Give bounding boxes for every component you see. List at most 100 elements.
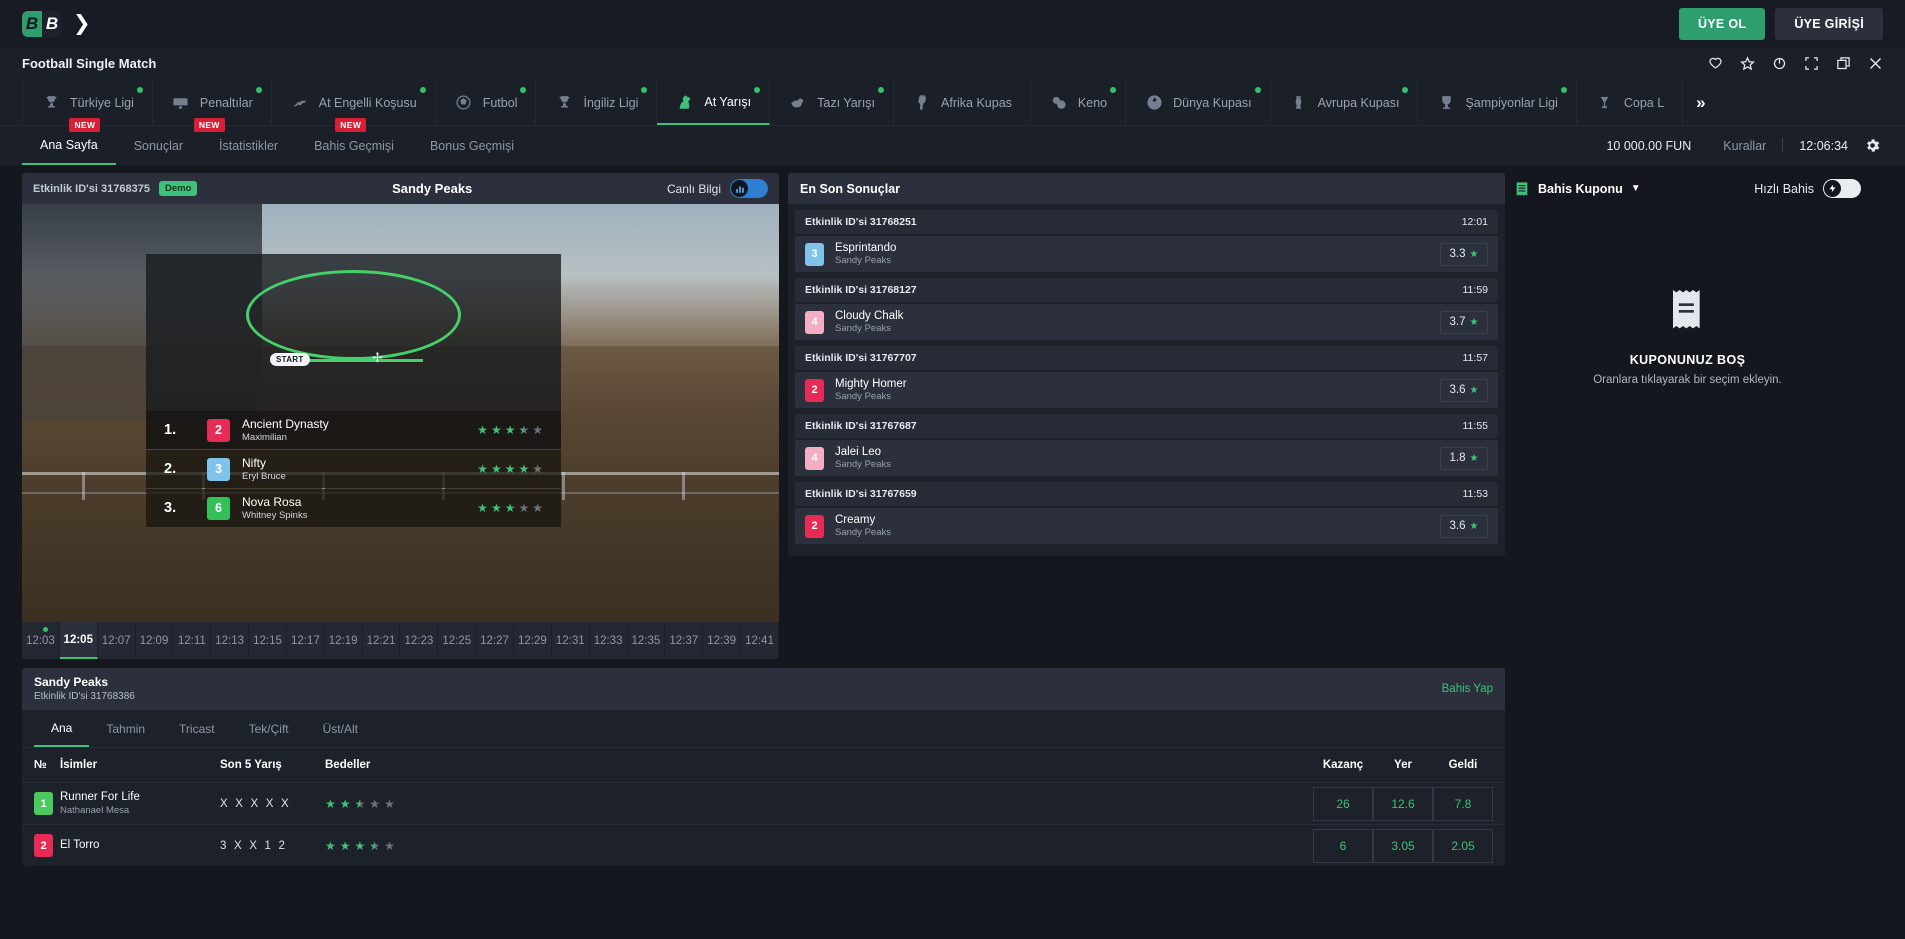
result-odds-button[interactable]: 1.8 ★: [1440, 446, 1488, 470]
result-row[interactable]: 3 Esprintando Sandy Peaks 3.3 ★: [795, 236, 1498, 272]
game-tab-d-nya-kupas[interactable]: Dünya Kupası: [1126, 80, 1271, 125]
timeline-item[interactable]: 12:03: [22, 622, 60, 659]
market-tab-tricast[interactable]: Tricast: [162, 710, 232, 747]
result-event-id: Etkinlik ID'si 31768251: [805, 216, 917, 228]
result-row[interactable]: 4 Cloudy Chalk Sandy Peaks 3.7 ★: [795, 304, 1498, 340]
refresh-icon[interactable]: [1772, 56, 1787, 71]
race-video[interactable]: START ✢ 1. 2 Ancient Dynasty Maximilian ★ ★ ★ ★…: [22, 204, 779, 622]
game-tab-avrupa-kupas[interactable]: Avrupa Kupası: [1271, 80, 1419, 125]
horse-name: Creamy: [835, 513, 876, 526]
result-group: Etkinlik ID'si 31767659 11:53 2 Creamy Sandy…: [795, 482, 1498, 544]
game-tab-copa-l[interactable]: Copa L: [1577, 80, 1684, 125]
star-icon[interactable]: [1740, 56, 1755, 71]
chevron-right-icon[interactable]: ❯: [73, 11, 91, 36]
odds-show-button[interactable]: 7.8: [1433, 786, 1493, 821]
row-number-cell: 1: [34, 792, 60, 815]
result-odds-button[interactable]: 3.6 ★: [1440, 514, 1488, 538]
quick-bet-toggle[interactable]: [1823, 179, 1861, 198]
timeline-item[interactable]: 12:09: [136, 622, 174, 659]
timeline-item[interactable]: 12:29: [514, 622, 552, 659]
game-tab-t-rkiye-ligi[interactable]: Türkiye Ligi NEW: [22, 80, 153, 132]
live-info-toggle[interactable]: [730, 179, 768, 198]
timeline-item[interactable]: 12:05: [59, 622, 98, 659]
market-table-body: 1 Runner For Life Nathanael Mesa X X X X X ★…: [22, 782, 1505, 866]
window-title: Football Single Match: [22, 56, 157, 71]
market-tab-tek-ift[interactable]: Tek/Çift: [232, 710, 306, 747]
market-tab-st-alt[interactable]: Üst/Alt: [306, 710, 375, 747]
odds-win-button[interactable]: 26: [1313, 786, 1373, 821]
game-tab-label: Penaltılar: [199, 95, 253, 110]
game-tabs-more-icon[interactable]: »: [1683, 80, 1718, 125]
rating-star: ★: [504, 423, 516, 437]
race-leaderboard: 1. 2 Ancient Dynasty Maximilian ★ ★ ★ ★ ★ 2. 3 Nift…: [146, 411, 561, 528]
sub-nav-item-bonus-ge-mi-i[interactable]: Bonus Geçmişi: [412, 126, 532, 165]
timeline-item[interactable]: 12:11: [173, 622, 212, 659]
game-tab-penalt-lar[interactable]: Penaltılar NEW: [153, 80, 272, 132]
result-row[interactable]: 4 Jalei Leo Sandy Peaks 1.8 ★: [795, 440, 1498, 476]
col-names: İsimler: [60, 759, 98, 771]
rules-link[interactable]: Kurallar: [1707, 139, 1782, 153]
sub-nav-item-ana-sayfa[interactable]: Ana Sayfa: [22, 126, 116, 165]
place-bet-link[interactable]: Bahis Yap: [1442, 683, 1493, 695]
odds-place-button[interactable]: 3.05: [1373, 828, 1433, 863]
timeline-item[interactable]: 12:19: [325, 622, 363, 659]
game-tab-futbol[interactable]: Futbol: [436, 80, 537, 125]
chevron-down-icon[interactable]: ▼: [1631, 183, 1641, 194]
market-tab-tahmin[interactable]: Tahmin: [89, 710, 162, 747]
game-tab-label: Tazı Yarışı: [817, 95, 876, 110]
timeline-time: 12:15: [253, 634, 282, 647]
window-icon[interactable]: [1836, 56, 1851, 71]
timeline-item[interactable]: 12:21: [363, 622, 401, 659]
timeline-item[interactable]: 12:35: [628, 622, 666, 659]
result-row[interactable]: 2 Mighty Homer Sandy Peaks 3.6 ★: [795, 372, 1498, 408]
timeline-time: 12:13: [215, 634, 245, 647]
timeline-item[interactable]: 12:15: [249, 622, 287, 659]
rating-star: ★: [354, 838, 366, 853]
signup-button[interactable]: ÜYE OL: [1678, 7, 1766, 40]
sub-nav-item-sonu-lar[interactable]: Sonuçlar: [116, 126, 201, 165]
timeline-item[interactable]: 12:13: [211, 622, 250, 659]
odds-win-button[interactable]: 6: [1313, 828, 1373, 863]
rating-star: ★: [325, 796, 336, 811]
game-tab-at-engelli-ko-usu[interactable]: At Engelli Koşusu NEW: [272, 80, 436, 132]
result-row[interactable]: 2 Creamy Sandy Peaks 3.6 ★: [795, 508, 1498, 544]
result-odds-button[interactable]: 3.7 ★: [1440, 310, 1488, 334]
market-card-header: Sandy Peaks Etkinlik ID'si 31768386 Bahi…: [22, 668, 1505, 710]
result-odds-button[interactable]: 3.3 ★: [1440, 242, 1488, 266]
login-button[interactable]: ÜYE GİRİŞİ: [1775, 7, 1883, 40]
status-dot: [754, 87, 761, 93]
timeline-item[interactable]: 12:37: [665, 622, 704, 659]
close-icon[interactable]: [1868, 56, 1883, 71]
game-tab-keno[interactable]: Keno: [1031, 80, 1127, 125]
heart-icon[interactable]: [1708, 56, 1723, 71]
game-tab-taz-yar[interactable]: Tazı Yarışı: [770, 80, 895, 125]
track-name: Sandy Peaks: [835, 323, 891, 335]
live-info-label: Canlı Bilgi: [666, 181, 721, 196]
fullscreen-icon[interactable]: [1804, 56, 1819, 71]
game-tab-label: Şampiyonlar Ligi: [1465, 95, 1558, 110]
timeline-item[interactable]: 12:33: [590, 622, 628, 659]
odds-place-button[interactable]: 12.6: [1373, 786, 1433, 821]
timeline-item[interactable]: 12:07: [98, 622, 136, 659]
timeline-item[interactable]: 12:39: [703, 622, 742, 659]
game-tab-i-ngiliz-ligi[interactable]: İngiliz Ligi: [536, 80, 658, 125]
brand-bar: B B ❯ ÜYE OL ÜYE GİRİŞİ: [0, 0, 1905, 47]
result-odds-button[interactable]: 3.6 ★: [1440, 378, 1488, 402]
rating-star: ★: [339, 838, 351, 853]
timeline-item[interactable]: 12:27: [476, 622, 514, 659]
timeline-item[interactable]: 12:31: [552, 622, 590, 659]
timeline-item[interactable]: 12:23: [400, 622, 439, 659]
timeline-item[interactable]: 12:17: [287, 622, 325, 659]
odds-show-button[interactable]: 2.05: [1433, 828, 1493, 863]
gear-icon[interactable]: [1864, 137, 1883, 154]
rating-star: ★: [518, 423, 530, 437]
game-tab-ampiyonlar-ligi[interactable]: Şampiyonlar Ligi: [1418, 80, 1577, 125]
timeline-time: 12:19: [328, 634, 358, 647]
site-logo[interactable]: B B: [22, 10, 62, 37]
market-tab-ana[interactable]: Ana: [34, 710, 90, 747]
game-tab-at-yar[interactable]: At Yarışı: [657, 80, 771, 125]
timeline-item[interactable]: 12:41: [741, 622, 779, 659]
timeline-item[interactable]: 12:25: [438, 622, 477, 659]
game-tab-afrika-kupas[interactable]: Afrika Kupas: [894, 80, 1031, 125]
table-row: 2 El Torro 3 X X 1 2 ★ ★ ★ ★ ★ 6 3.05 2.05: [22, 824, 1505, 866]
